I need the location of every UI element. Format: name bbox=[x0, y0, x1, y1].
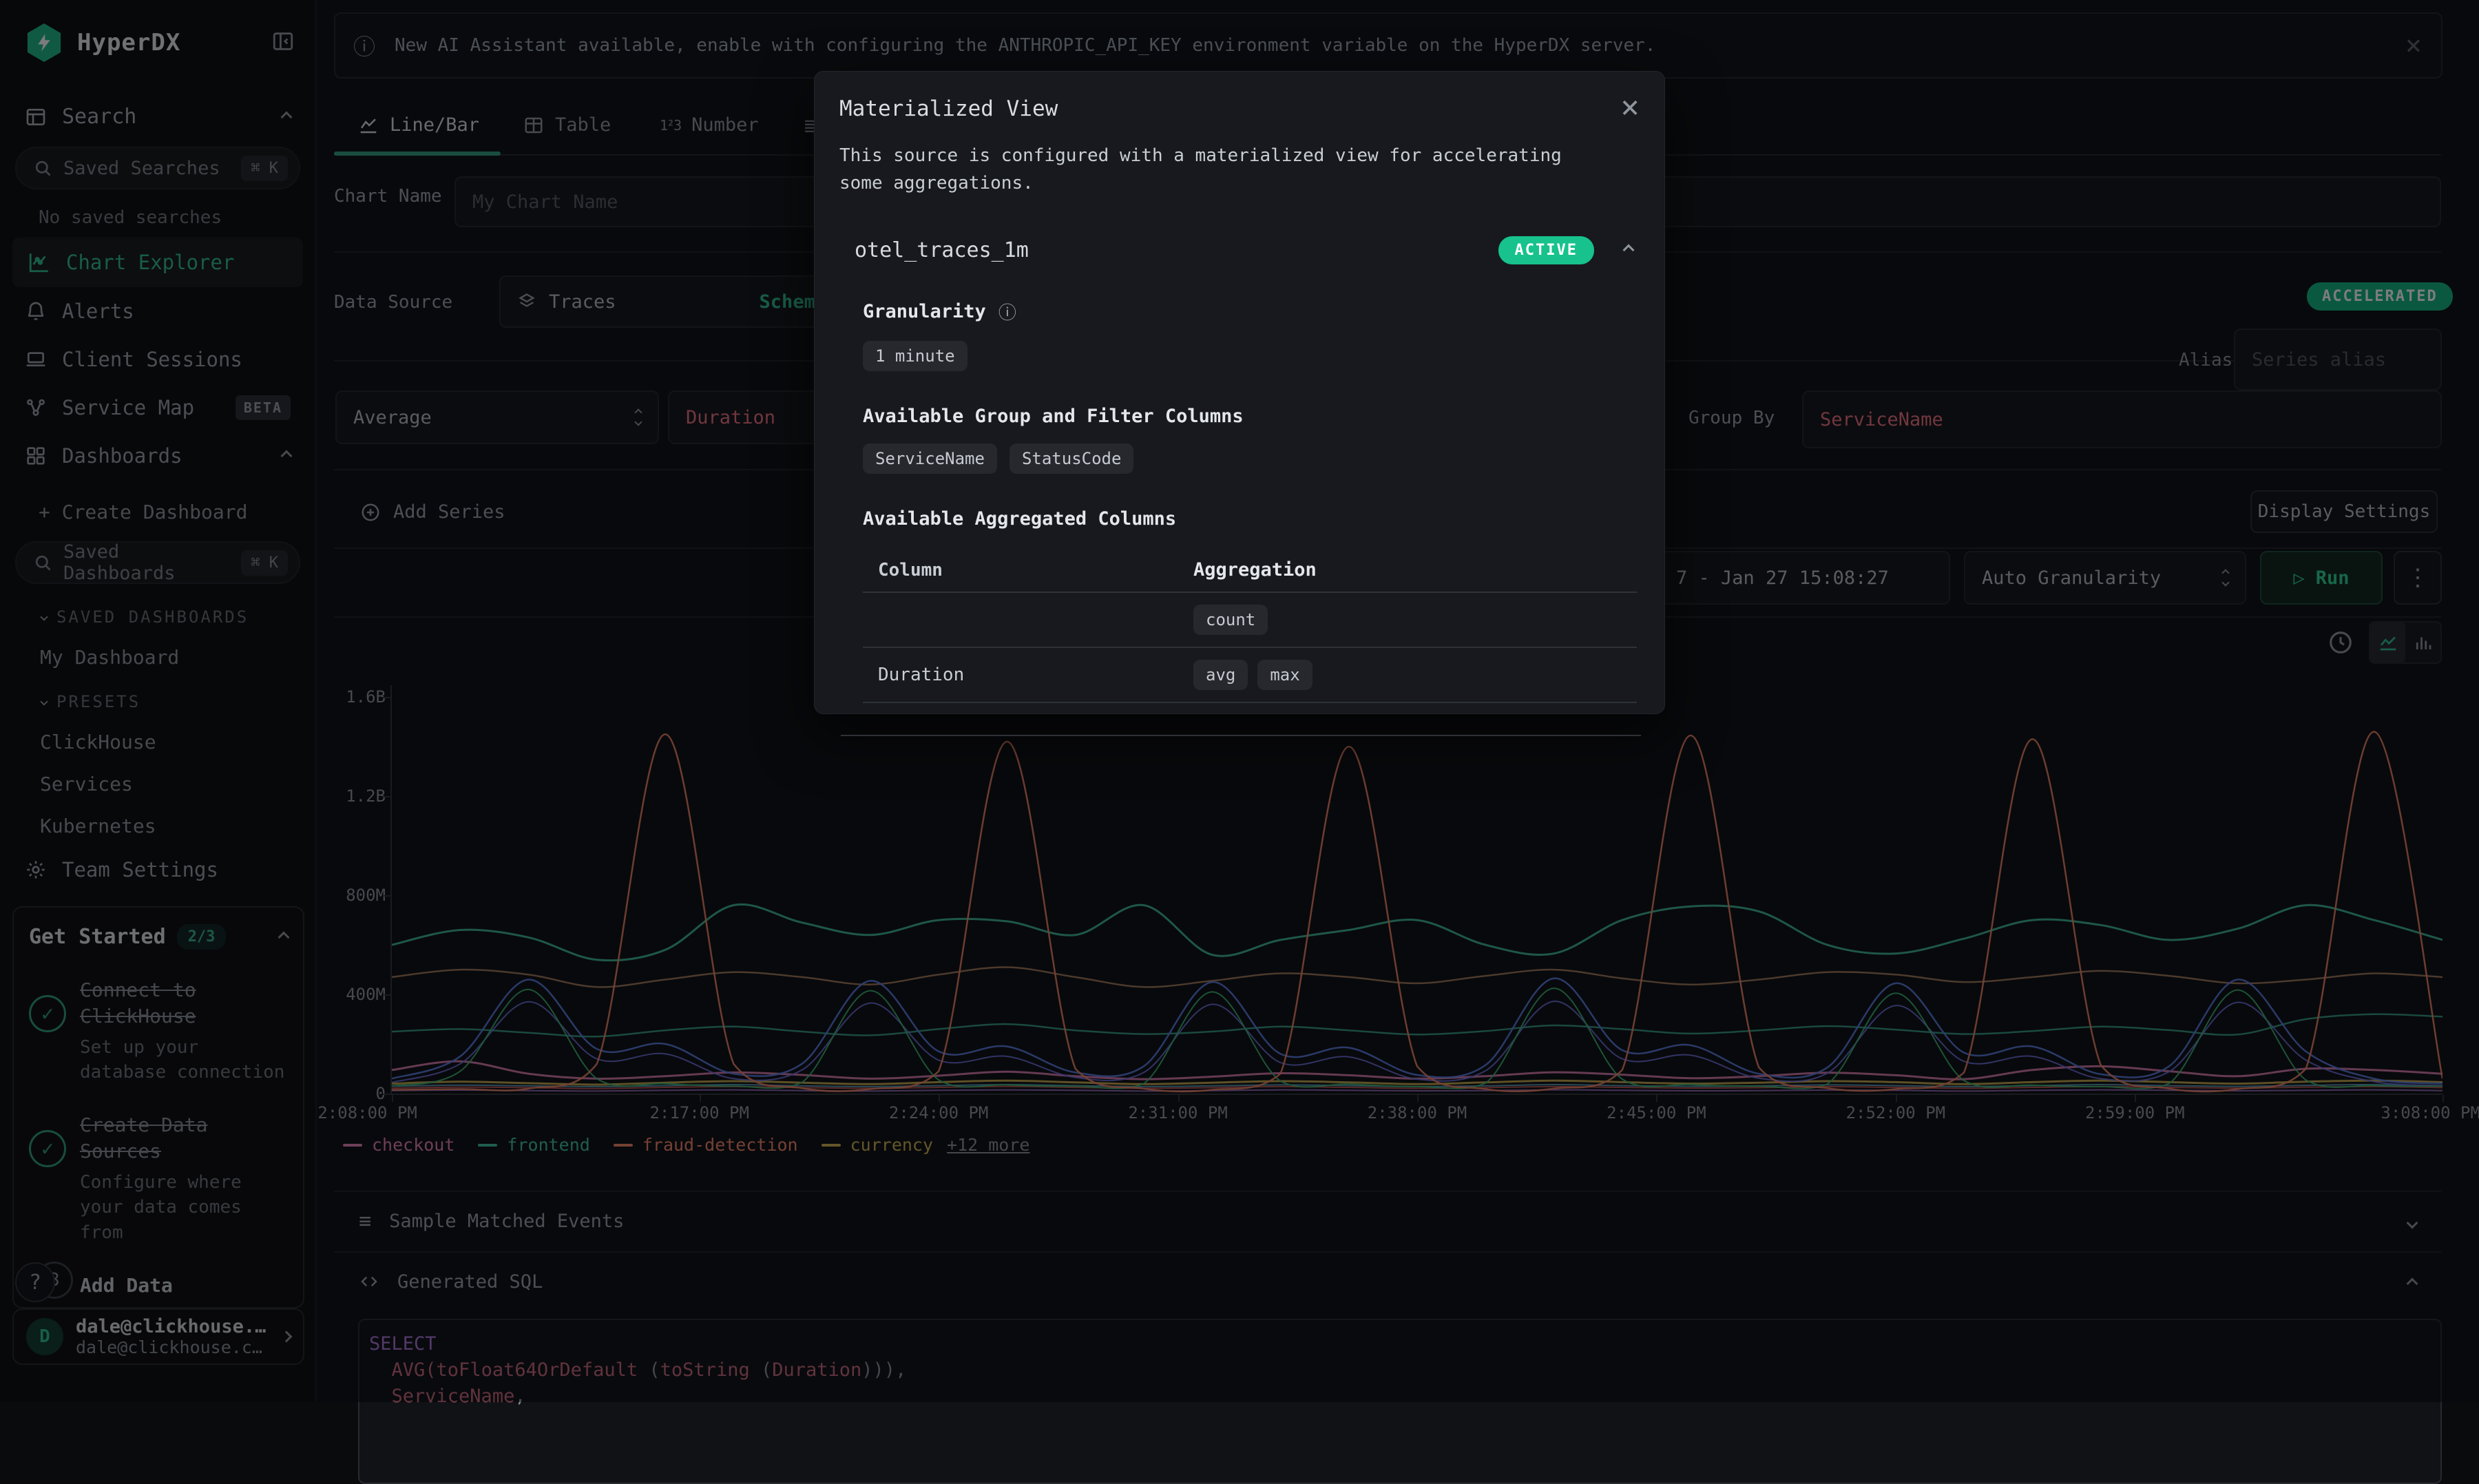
modal-description: This source is configured with a materia… bbox=[839, 142, 1611, 198]
filter-column-chip: StatusCode bbox=[1010, 443, 1134, 474]
aggregated-columns-label: Available Aggregated Columns bbox=[863, 508, 1176, 530]
modal-title: Materialized View bbox=[839, 96, 1058, 121]
aggregation-cell: count bbox=[1193, 605, 1268, 635]
aggregation-chip: avg bbox=[1193, 660, 1248, 690]
aggregation-header: Aggregation bbox=[1193, 559, 1317, 581]
granularity-chip: 1 minute bbox=[863, 341, 967, 371]
table-row: Durationavgmax bbox=[863, 648, 1637, 703]
close-icon[interactable]: × bbox=[1620, 96, 1640, 117]
filter-column-chip: ServiceName bbox=[863, 443, 997, 474]
modal-bottom-divider bbox=[841, 735, 1641, 736]
aggregation-cell: avgmax bbox=[1193, 660, 1312, 690]
aggregation-chip: count bbox=[1193, 605, 1268, 635]
chevron-up-icon[interactable] bbox=[1623, 244, 1635, 256]
column-cell: Duration bbox=[863, 665, 1193, 685]
group-filter-chips: ServiceName StatusCode bbox=[863, 443, 1640, 474]
active-status-badge: ACTIVE bbox=[1498, 236, 1594, 264]
aggregation-chip: max bbox=[1257, 660, 1312, 690]
table-row: count bbox=[863, 593, 1637, 648]
aggregated-columns-table: Column Aggregation count Durationavgmax bbox=[863, 549, 1637, 703]
info-icon: ⓘ bbox=[998, 299, 1016, 324]
column-header: Column bbox=[863, 560, 1193, 581]
granularity-label: Granularity bbox=[863, 301, 986, 322]
group-filter-columns-label: Available Group and Filter Columns bbox=[863, 406, 1244, 427]
materialized-view-name: otel_traces_1m bbox=[855, 238, 1029, 262]
materialized-view-modal: Materialized View × This source is confi… bbox=[814, 71, 1665, 714]
